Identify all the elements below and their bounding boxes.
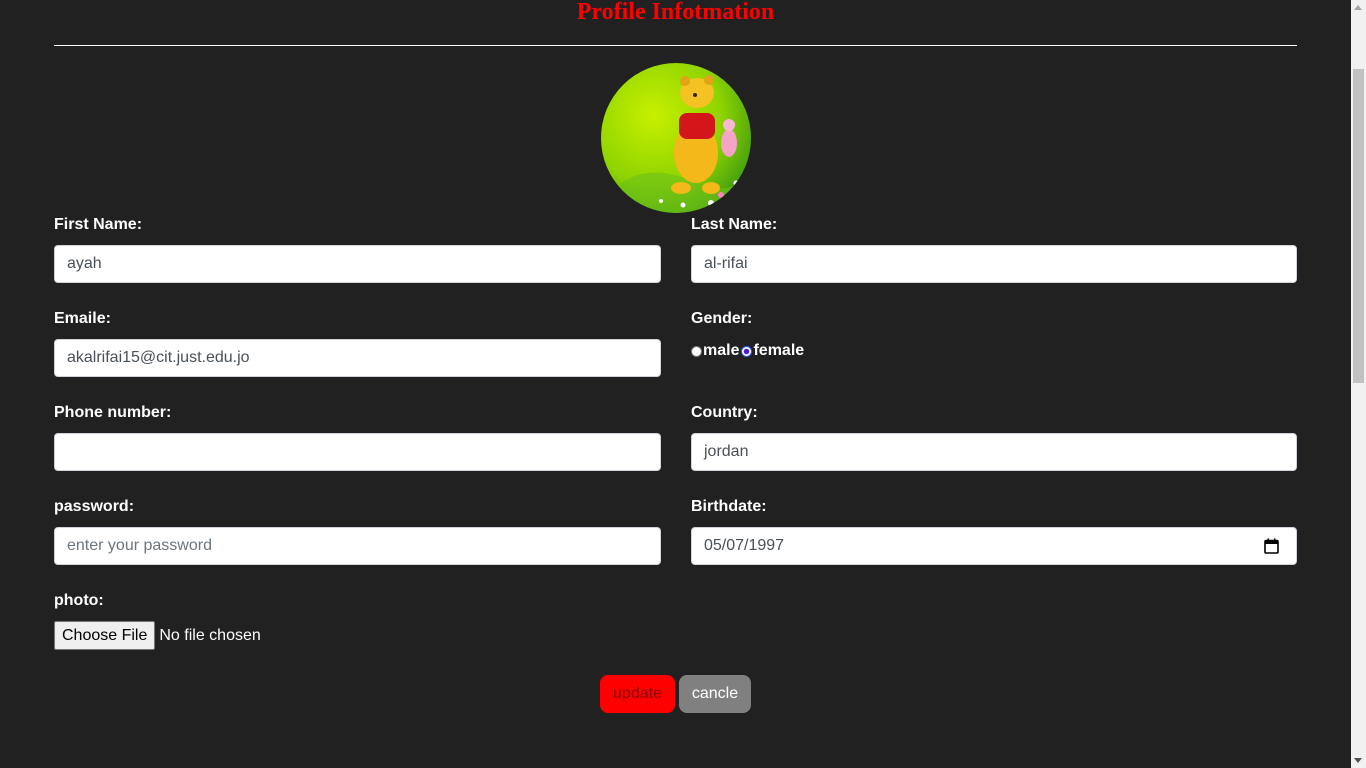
birthdate-value: 05/07/1997 xyxy=(704,537,785,554)
birthdate-group: Birthdate: 05/07/1997 xyxy=(691,498,1297,568)
file-status: No file chosen xyxy=(159,626,261,644)
email-value: akalrifai15@cit.just.edu.jo xyxy=(67,349,250,366)
last-name-input[interactable]: al-rifai xyxy=(691,245,1297,283)
scroll-down-icon[interactable] xyxy=(1354,758,1362,763)
cancel-button[interactable]: cancle xyxy=(679,675,751,713)
last-name-group: Last Name: al-rifai xyxy=(691,216,1297,286)
phone-label: Phone number: xyxy=(54,404,172,421)
profile-photo xyxy=(601,63,751,213)
title-divider xyxy=(54,45,1297,46)
page-title: Profile Infotmation xyxy=(576,0,775,25)
calendar-icon[interactable] xyxy=(1264,538,1279,554)
gender-radio-group: male female xyxy=(691,342,804,360)
gender-male-radio[interactable] xyxy=(691,345,702,357)
gender-female-label: female xyxy=(753,342,805,359)
first-name-label: First Name: xyxy=(54,216,143,233)
first-name-input[interactable]: ayah xyxy=(54,245,661,283)
scroll-thumb[interactable] xyxy=(1353,69,1364,383)
pooh-image-icon xyxy=(601,63,751,213)
gender-label: Gender: xyxy=(691,310,753,327)
country-value: jordan xyxy=(704,443,749,460)
country-input[interactable]: jordan xyxy=(691,433,1297,471)
gender-group: Gender: male female xyxy=(691,310,1297,380)
country-label: Country: xyxy=(691,404,758,421)
photo-label: photo: xyxy=(54,592,104,609)
country-group: Country: jordan xyxy=(691,404,1297,474)
email-label: Emaile: xyxy=(54,310,111,327)
birthdate-label: Birthdate: xyxy=(691,498,767,515)
password-label: password: xyxy=(54,498,135,515)
phone-group: Phone number: xyxy=(54,404,661,474)
profile-page: Profile Infotmation First Name: ayah Las… xyxy=(0,0,1351,768)
choose-file-button[interactable]: Choose File xyxy=(54,621,156,650)
last-name-value: al-rifai xyxy=(704,255,748,272)
last-name-label: Last Name: xyxy=(691,216,778,233)
scroll-up-icon[interactable] xyxy=(1354,5,1362,10)
phone-input[interactable] xyxy=(54,433,661,471)
gender-female-radio[interactable] xyxy=(741,345,753,357)
birthdate-input[interactable]: 05/07/1997 xyxy=(691,527,1297,565)
photo-group: photo: xyxy=(54,592,661,612)
password-group: password: enter your password xyxy=(54,498,661,568)
email-group: Emaile: akalrifai15@cit.just.edu.jo xyxy=(54,310,661,380)
update-button[interactable]: update xyxy=(600,675,675,713)
first-name-group: First Name: ayah xyxy=(54,216,661,286)
password-input[interactable]: enter your password xyxy=(54,527,661,565)
email-input[interactable]: akalrifai15@cit.just.edu.jo xyxy=(54,339,661,377)
first-name-value: ayah xyxy=(67,255,102,272)
gender-male-label: male xyxy=(703,342,740,359)
photo-file-input: Choose File No file chosen xyxy=(54,621,261,650)
password-placeholder: enter your password xyxy=(67,537,212,554)
vertical-scrollbar[interactable] xyxy=(1351,0,1366,768)
